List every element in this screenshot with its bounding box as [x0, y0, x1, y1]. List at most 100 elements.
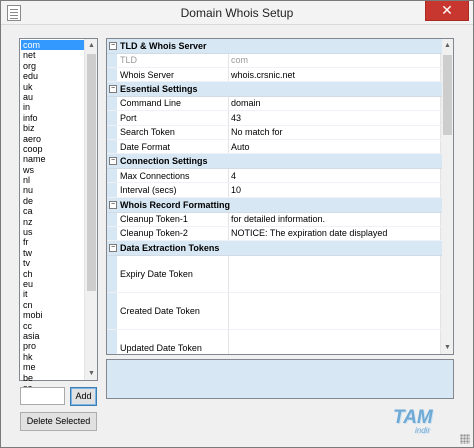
grid-category-title: Connection Settings	[120, 156, 208, 167]
grid-property-row[interactable]: Search Token No match for	[107, 125, 442, 140]
tld-list-item[interactable]: nl	[21, 175, 84, 185]
scroll-down-arrow-icon[interactable]: ▼	[85, 367, 98, 380]
grid-property-row[interactable]: Updated Date Token	[107, 329, 442, 355]
tld-list-item[interactable]: nu	[21, 185, 84, 195]
grid-property-row[interactable]: Created Date Token	[107, 292, 442, 330]
add-button[interactable]: Add	[70, 387, 97, 406]
property-value[interactable]: domain	[229, 97, 442, 110]
tld-list-item[interactable]: mobi	[21, 310, 84, 320]
tld-list-item[interactable]: fr	[21, 237, 84, 247]
tld-list-item[interactable]: tv	[21, 258, 84, 268]
title-bar: Domain Whois Setup ✕	[1, 1, 473, 25]
property-name: Max Connections	[117, 168, 229, 183]
property-value[interactable]: 43	[229, 111, 442, 124]
tld-list-item[interactable]: asia	[21, 331, 84, 341]
grid-scroll-up-arrow-icon[interactable]: ▲	[441, 39, 453, 52]
tld-list-item[interactable]: org	[21, 61, 84, 71]
tld-list-item[interactable]: edu	[21, 71, 84, 81]
tld-list-item[interactable]: au	[21, 92, 84, 102]
collapse-icon[interactable]: −	[109, 200, 117, 209]
collapse-icon[interactable]: −	[109, 244, 117, 252]
tld-list-item[interactable]: ch	[21, 269, 84, 279]
tld-list-item[interactable]: tw	[21, 248, 84, 258]
property-value[interactable]: for detailed information.	[229, 212, 442, 225]
grid-property-row[interactable]: Cleanup Token-2 NOTICE: The expiration da…	[107, 226, 442, 241]
tld-list-item[interactable]: eu	[21, 279, 84, 289]
property-name: Port	[117, 111, 229, 125]
tld-list-item[interactable]: me	[21, 362, 84, 372]
tld-list-item[interactable]: uk	[21, 82, 84, 92]
scroll-thumb[interactable]	[87, 54, 96, 291]
property-value[interactable]	[229, 293, 442, 329]
grid-property-row[interactable]: Whois Server whois.crsnic.net	[107, 67, 442, 83]
grid-category-title: Essential Settings	[120, 84, 198, 95]
property-value[interactable]: whois.crsnic.net	[229, 68, 442, 81]
tld-list-item[interactable]: cn	[21, 300, 84, 310]
grid-category[interactable]: − Data Extraction Tokens	[107, 241, 442, 256]
tld-list-item[interactable]: hk	[21, 352, 84, 362]
tld-list-item[interactable]: name	[21, 154, 84, 164]
tld-list-item[interactable]: pro	[21, 341, 84, 351]
tld-items: com net org edu uk au in info biz aero coop name ws n…	[21, 40, 84, 404]
tld-list-item[interactable]: ws	[21, 165, 84, 175]
grid-property-row[interactable]: TLD com	[107, 53, 442, 68]
grid-property-row[interactable]: Interval (secs) 10	[107, 183, 442, 198]
property-name: Date Format	[117, 140, 229, 154]
tld-list-item[interactable]: coop	[21, 144, 84, 154]
tld-list-item[interactable]: ca	[21, 206, 84, 216]
tamindir-watermark-logo: TAM indir	[393, 407, 433, 435]
tld-list-item[interactable]: aero	[21, 134, 84, 144]
tld-list-item[interactable]: in	[21, 102, 84, 112]
grid-category[interactable]: − TLD & Whois Server	[107, 39, 442, 54]
property-grid[interactable]: ▲ ▼ − TLD & Whois Server TLD com Whois Serve…	[106, 38, 454, 355]
grid-property-row[interactable]: Cleanup Token-1 for detailed information.	[107, 212, 442, 227]
grid-property-row[interactable]: Command Line domain	[107, 96, 442, 112]
property-value[interactable]: No match for	[229, 126, 442, 139]
grid-category[interactable]: − Whois Record Formatting	[107, 197, 442, 213]
app-window: Domain Whois Setup ✕ com net org edu uk au in i…	[0, 0, 474, 448]
property-name: Whois Server	[117, 67, 229, 82]
property-value[interactable]: 4	[229, 169, 442, 182]
property-value[interactable]	[229, 256, 442, 292]
collapse-icon[interactable]: −	[109, 157, 117, 166]
collapse-icon[interactable]: −	[109, 85, 117, 94]
grid-property-row[interactable]: Date Format Auto	[107, 140, 442, 155]
property-value[interactable]	[229, 330, 442, 355]
grid-property-row[interactable]: Port 43	[107, 111, 442, 126]
property-value: com	[231, 55, 249, 66]
tld-list-item[interactable]: us	[21, 227, 84, 237]
grid-category-title: TLD & Whois Server	[120, 41, 207, 51]
resize-grip-icon[interactable]	[460, 434, 470, 444]
tld-list-item[interactable]: de	[21, 196, 84, 206]
scroll-up-arrow-icon[interactable]: ▲	[85, 39, 98, 52]
tld-input[interactable]	[20, 387, 65, 405]
tld-list-item[interactable]: biz	[21, 123, 84, 133]
tld-list-item[interactable]: cc	[21, 321, 84, 331]
grid-scroll-down-arrow-icon[interactable]: ▼	[441, 341, 453, 354]
tld-list-item[interactable]: be	[21, 373, 84, 383]
description-pane	[106, 359, 454, 399]
tld-list-item[interactable]: it	[21, 289, 84, 299]
grid-category[interactable]: − Connection Settings	[107, 154, 442, 170]
property-value[interactable]: Auto	[229, 140, 442, 153]
grid-category-title: Data Extraction Tokens	[120, 243, 220, 253]
tld-list-item[interactable]: nz	[21, 217, 84, 227]
property-name: TLD	[117, 53, 229, 67]
tld-list-item[interactable]: info	[21, 113, 84, 123]
grid-scroll-thumb[interactable]	[443, 55, 452, 135]
close-button[interactable]: ✕	[425, 1, 469, 21]
delete-selected-button[interactable]: Delete Selected	[20, 412, 97, 431]
property-value[interactable]: NOTICE: The expiration date displayed	[229, 227, 442, 240]
grid-property-row[interactable]: Expiry Date Token	[107, 255, 442, 293]
tld-list-item[interactable]: net	[21, 50, 84, 60]
tld-list-item[interactable]: com	[21, 40, 84, 51]
property-value[interactable]: 10	[229, 183, 442, 196]
grid-category[interactable]: − Essential Settings	[107, 82, 442, 98]
tld-listbox[interactable]: com net org edu uk au in info biz aero coop name ws n…	[19, 38, 98, 403]
tld-list-scrollbar[interactable]: ▲ ▼	[84, 39, 97, 380]
grid-property-row[interactable]: Max Connections 4	[107, 168, 442, 184]
collapse-icon[interactable]: −	[109, 42, 117, 50]
property-name: Interval (secs)	[117, 183, 229, 197]
property-name: Updated Date Token	[117, 329, 229, 354]
property-name: Expiry Date Token	[117, 255, 229, 292]
